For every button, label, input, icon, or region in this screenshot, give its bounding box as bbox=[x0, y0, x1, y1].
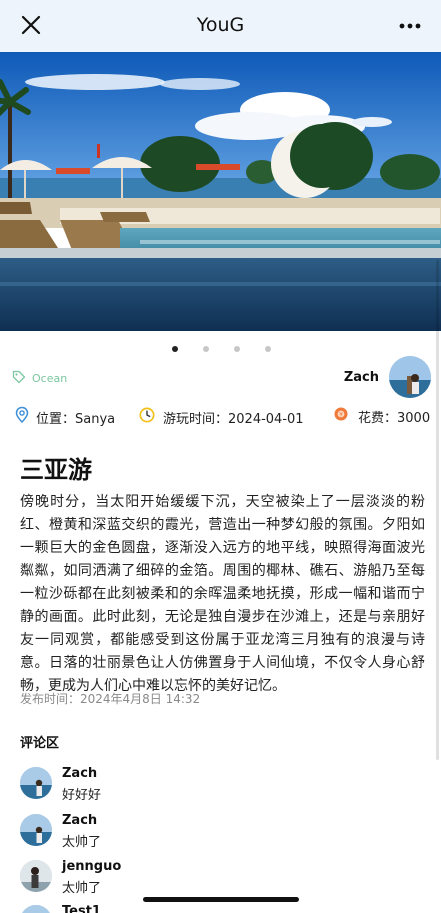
location-pin-icon bbox=[14, 406, 30, 428]
post-author[interactable]: Zach bbox=[344, 356, 431, 398]
comment-item[interactable]: jennguo 太帅了 bbox=[20, 859, 420, 900]
date-info: 游玩时间：2024-04-01 bbox=[138, 406, 304, 428]
pager-dot[interactable] bbox=[265, 346, 271, 352]
top-bar: YouG bbox=[0, 0, 441, 52]
pager-dot[interactable] bbox=[234, 346, 240, 352]
avatar[interactable] bbox=[20, 767, 52, 799]
post-info-row: 位置：Sanya 游玩时间：2024-04-01 ¥ 花费：3000 bbox=[0, 406, 441, 430]
avatar[interactable] bbox=[20, 860, 52, 892]
pager-dot-active[interactable] bbox=[172, 346, 178, 352]
date-text: 游玩时间：2024-04-01 bbox=[163, 411, 304, 427]
beach-pool-photo bbox=[0, 52, 441, 331]
svg-text:¥: ¥ bbox=[339, 411, 343, 418]
page-title: YouG bbox=[196, 14, 245, 36]
comment-item[interactable]: Zach 好好好 bbox=[20, 766, 420, 807]
comment-item[interactable]: Test1 bbox=[20, 904, 420, 913]
more-horizontal-icon[interactable] bbox=[397, 14, 423, 38]
comment-author: Zach bbox=[62, 813, 98, 828]
location-text: 位置：Sanya bbox=[36, 411, 116, 427]
comments-heading: 评论区 bbox=[20, 736, 60, 751]
publish-time: 发布时间：2024年4月8日 14:32 bbox=[20, 692, 201, 706]
pager-dot[interactable] bbox=[203, 346, 209, 352]
avatar[interactable] bbox=[20, 905, 52, 913]
comment-text: 太帅了 bbox=[62, 835, 102, 850]
post-body: 傍晚时分，当太阳开始缓缓下沉，天空被染上了一层淡淡的粉红、橙黄和深蓝交织的霞光，… bbox=[20, 494, 425, 694]
cost-text: 花费：3000 bbox=[358, 410, 431, 426]
money-icon: ¥ bbox=[333, 406, 349, 426]
author-name: Zach bbox=[343, 369, 379, 385]
comment-item[interactable]: Zach 太帅了 bbox=[20, 813, 420, 854]
scrollbar[interactable] bbox=[436, 260, 439, 760]
tag-label: Ocean bbox=[32, 371, 68, 385]
clock-icon bbox=[138, 406, 156, 428]
post-tag[interactable]: Ocean bbox=[12, 368, 67, 388]
location-info: 位置：Sanya bbox=[14, 406, 115, 428]
comment-author: Zach bbox=[62, 766, 98, 781]
carousel-pager bbox=[0, 346, 441, 354]
comment-text: 太帅了 bbox=[62, 881, 102, 896]
avatar[interactable] bbox=[389, 356, 431, 398]
cost-info: ¥ 花费：3000 bbox=[333, 406, 430, 426]
home-indicator[interactable] bbox=[143, 897, 299, 902]
comment-text: 好好好 bbox=[62, 788, 102, 803]
tag-icon bbox=[12, 369, 26, 388]
comment-author: Test1 bbox=[62, 904, 101, 913]
post-title: 三亚游 bbox=[20, 456, 92, 484]
post-image-carousel[interactable] bbox=[0, 52, 441, 331]
avatar[interactable] bbox=[20, 814, 52, 846]
comment-author: jennguo bbox=[62, 859, 122, 874]
